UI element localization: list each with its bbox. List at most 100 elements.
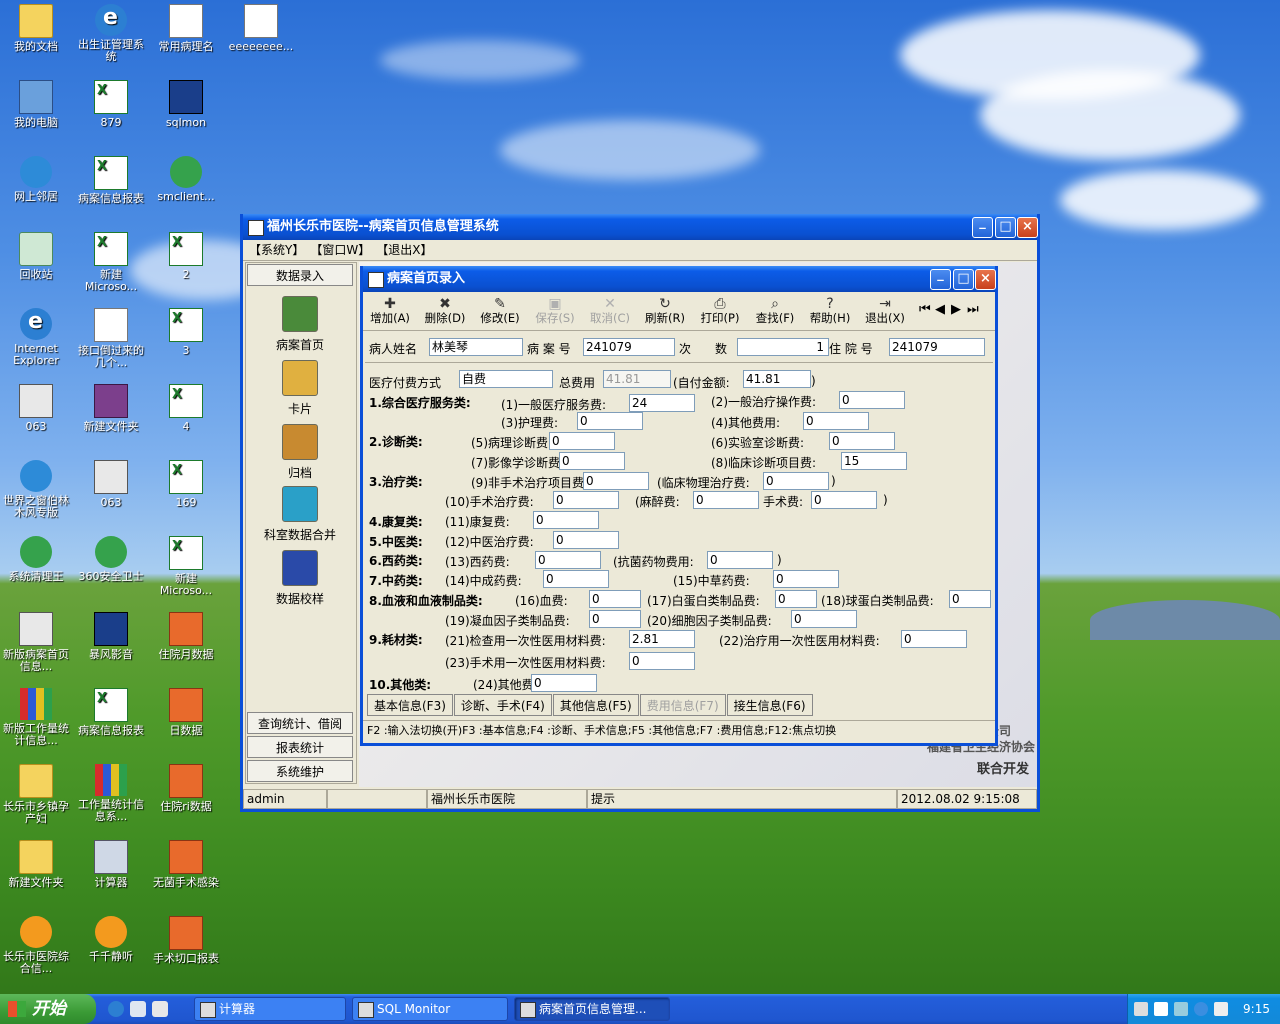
form-tab[interactable]: 诊断、手术(F4) (453, 694, 552, 716)
desktop-icon[interactable]: 日数据 (150, 688, 222, 737)
desktop-icon[interactable]: 住院ri数据 (150, 764, 222, 813)
taskbar-task-button[interactable]: 病案首页信息管理... (514, 997, 670, 1021)
toolbar-button[interactable]: ⌕ 查找(F) (750, 296, 800, 324)
desktop-icon[interactable]: 暴风影音 (75, 612, 147, 661)
desktop-icon[interactable]: 新建 Microso... (75, 232, 147, 293)
fee-field-i5[interactable]: 0 (549, 432, 615, 450)
case-number-field[interactable]: 241079 (583, 338, 675, 356)
case-entry-titlebar[interactable]: 病案首页录入 (363, 266, 996, 292)
toolbar-button[interactable]: ▣ 保存(S) (530, 296, 580, 324)
desktop-icon[interactable]: 世界之窗伯林木风专版 (0, 460, 72, 519)
desktop-icon[interactable]: 新建 Microso... (150, 536, 222, 597)
close-button[interactable] (1017, 217, 1038, 238)
nav-item[interactable]: 病案首页 (247, 296, 353, 353)
fee-field-i1[interactable]: 24 (629, 394, 695, 412)
fee-field-i7[interactable]: 0 (559, 452, 625, 470)
desktop-icon[interactable]: 新建文件夹 (75, 384, 147, 433)
desktop-icon[interactable]: 3 (150, 308, 222, 357)
quicklaunch-media-icon[interactable] (130, 1001, 146, 1017)
nav-data-entry-button[interactable]: 数据录入 (247, 264, 353, 286)
fee-field-i23[interactable]: 0 (629, 652, 695, 670)
desktop-icon[interactable]: 063 (0, 384, 72, 433)
menu-system[interactable]: 【系统Y】 (249, 240, 304, 260)
fee-field-i13a[interactable]: 0 (707, 551, 773, 569)
desktop-icon[interactable]: Internet Explorer (0, 308, 72, 367)
desktop-icon[interactable]: eeeeeeee... (225, 4, 297, 53)
nav-item[interactable]: 科室数据合并 (247, 486, 353, 543)
toolbar-button[interactable]: ✕ 取消(C) (585, 296, 635, 324)
desktop-icon[interactable]: 新版工作量统计信息... (0, 688, 72, 747)
desktop-icon[interactable]: 计算器 (75, 840, 147, 889)
fee-field-i10a[interactable]: 0 (693, 491, 759, 509)
desktop-icon[interactable]: 063 (75, 460, 147, 509)
fee-field-i3[interactable]: 0 (577, 412, 643, 430)
desktop-icon[interactable]: smclient... (150, 156, 222, 203)
desktop-icon[interactable]: 网上邻居 (0, 156, 72, 203)
fee-field-i21[interactable]: 2.81 (629, 630, 695, 648)
fee-field-i18[interactable]: 0 (949, 590, 991, 608)
form-tab[interactable]: 其他信息(F5) (552, 694, 639, 716)
nav-item[interactable]: 卡片 (247, 360, 353, 417)
desktop-icon[interactable]: 病案信息报表 (75, 688, 147, 737)
keyboard-icon[interactable] (1134, 1002, 1148, 1016)
form-close-button[interactable] (975, 269, 996, 290)
main-window-titlebar[interactable]: 福州长乐市医院--病案首页信息管理系统 (243, 214, 1038, 240)
fee-field-i14[interactable]: 0 (543, 570, 609, 588)
fee-field-i6[interactable]: 0 (829, 432, 895, 450)
taskbar-task-button[interactable]: SQL Monitor (352, 997, 508, 1021)
fee-field-i22[interactable]: 0 (901, 630, 967, 648)
quicklaunch-desktop-icon[interactable] (152, 1001, 168, 1017)
desktop-icon[interactable]: 住院月数据 (150, 612, 222, 661)
desktop-icon[interactable]: 回收站 (0, 232, 72, 281)
fee-field-i2[interactable]: 0 (839, 391, 905, 409)
total-cost-field[interactable]: 41.81 (603, 370, 671, 388)
desktop-icon[interactable]: 我的文档 (0, 4, 72, 53)
desktop-icon[interactable]: 新版病案首页信息... (0, 612, 72, 673)
desktop-icon[interactable]: 手术切口报表 (150, 916, 222, 965)
fee-field-i8[interactable]: 15 (841, 452, 907, 470)
desktop-icon[interactable]: 接口倒过来的几个... (75, 308, 147, 369)
form-minimize-button[interactable] (930, 267, 951, 290)
fee-field-i9a[interactable]: 0 (763, 472, 829, 490)
form-tab[interactable]: 费用信息(F7) (639, 694, 726, 716)
toolbar-button[interactable]: ⇥ 退出(X) (860, 296, 910, 324)
help-icon[interactable] (1154, 1002, 1168, 1016)
maximize-button[interactable] (995, 217, 1016, 238)
desktop-icon[interactable]: 千千静听 (75, 916, 147, 963)
form-tab[interactable]: 接生信息(F6) (726, 694, 813, 716)
taskbar-task-button[interactable]: 计算器 (194, 997, 346, 1021)
toolbar-button[interactable]: ↻ 刷新(R) (640, 296, 690, 324)
fee-field-i16[interactable]: 0 (589, 590, 641, 608)
fee-field-i24[interactable]: 0 (531, 674, 597, 692)
desktop-icon[interactable]: 879 (75, 80, 147, 129)
start-button[interactable]: 开始 (0, 994, 96, 1024)
desktop-icon[interactable]: 新建文件夹 (0, 840, 72, 889)
fee-field-i12[interactable]: 0 (553, 531, 619, 549)
fee-field-i20[interactable]: 0 (791, 610, 857, 628)
nav-item[interactable]: 归档 (247, 424, 353, 481)
desktop-icon[interactable]: 我的电脑 (0, 80, 72, 129)
desktop-icon[interactable]: 169 (150, 460, 222, 509)
desktop-icon[interactable]: 360安全卫士 (75, 536, 147, 583)
last-record-icon[interactable]: ⏭ (967, 302, 979, 317)
desktop-icon[interactable]: 4 (150, 384, 222, 433)
toolbar-button[interactable]: ✎ 修改(E) (475, 296, 525, 324)
prev-record-icon[interactable]: ◀ (935, 302, 945, 317)
desktop-icon[interactable]: 工作量统计信息系... (75, 764, 147, 823)
inpatient-number-field[interactable]: 241079 (889, 338, 985, 356)
nav-query-button[interactable]: 查询统计、借阅 (247, 712, 353, 734)
fee-field-i10b[interactable]: 0 (811, 491, 877, 509)
desktop-icon[interactable]: 无菌手术感染 (150, 840, 222, 889)
tray-arrow-icon[interactable] (1194, 1002, 1208, 1016)
network-icon[interactable] (1174, 1002, 1188, 1016)
toolbar-button[interactable]: ✚ 增加(A) (365, 296, 415, 324)
desktop-icon[interactable]: 长乐市医院综合信... (0, 916, 72, 975)
menu-exit[interactable]: 【退出X】 (376, 240, 432, 260)
nav-report-button[interactable]: 报表统计 (247, 736, 353, 758)
minimize-button[interactable] (972, 215, 993, 238)
self-pay-field[interactable]: 41.81 (743, 370, 811, 388)
fee-field-i15[interactable]: 0 (773, 570, 839, 588)
fee-field-i9[interactable]: 0 (583, 472, 649, 490)
quicklaunch-ie-icon[interactable] (108, 1001, 124, 1017)
first-record-icon[interactable]: ⏮ (919, 302, 931, 317)
